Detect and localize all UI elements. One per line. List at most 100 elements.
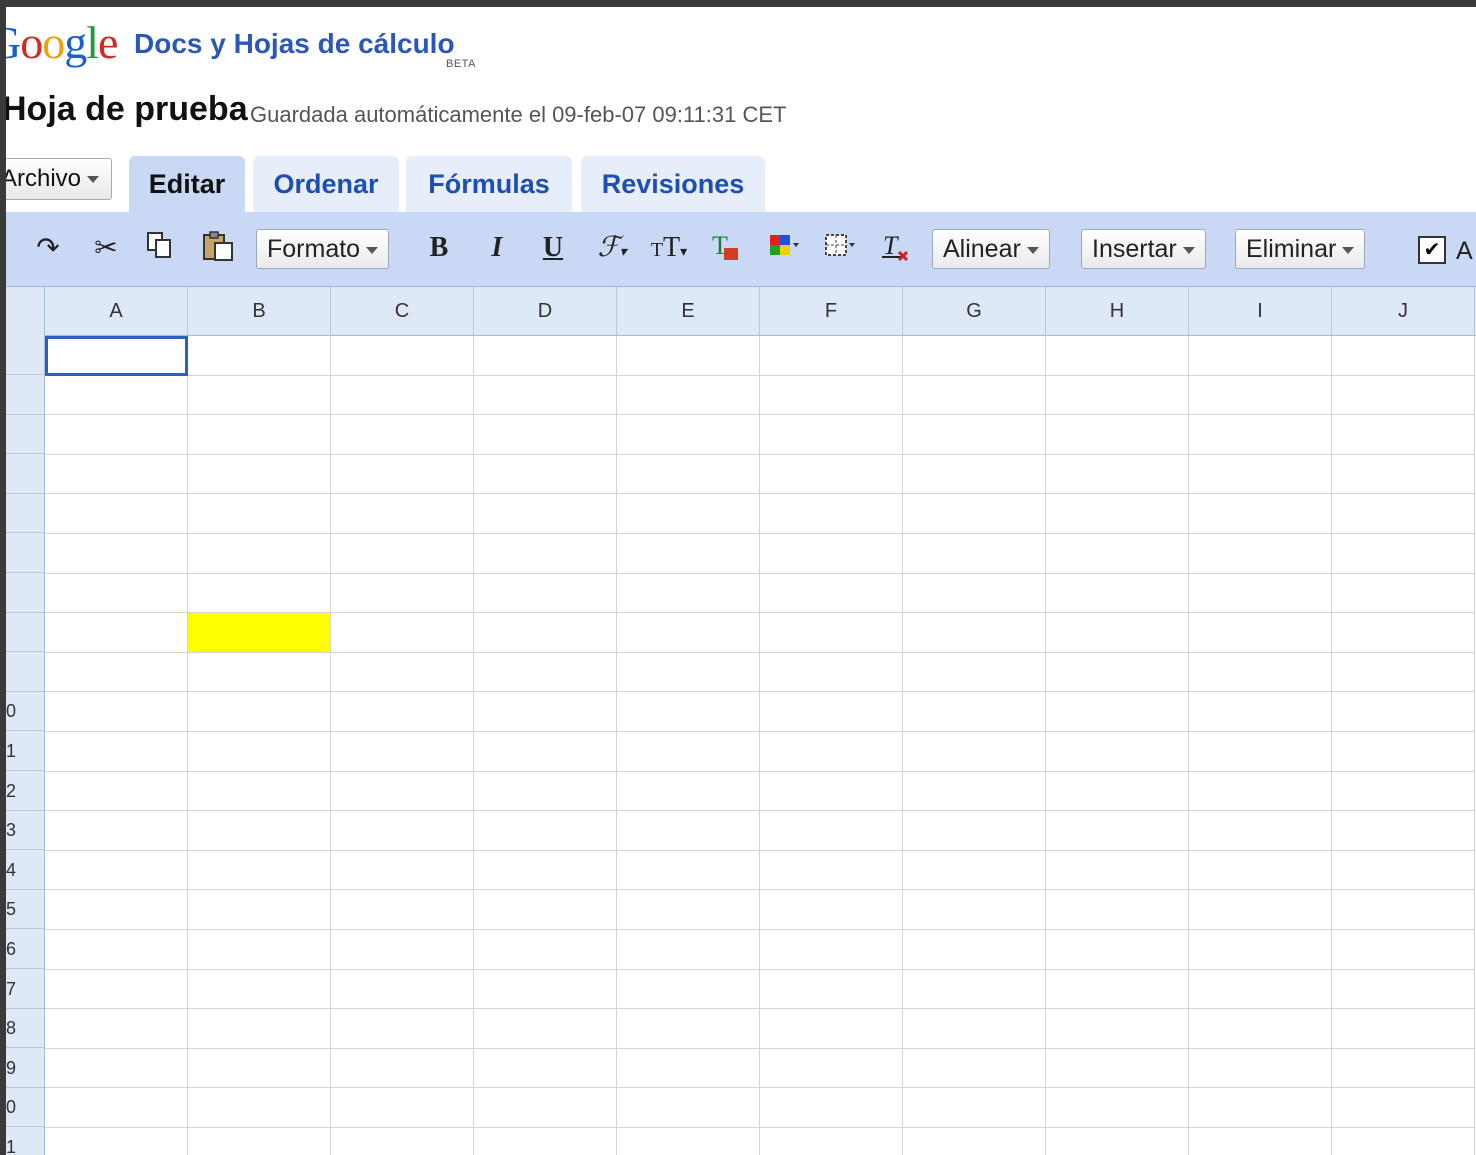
cell[interactable] [45,1088,188,1128]
cell[interactable] [903,1128,1046,1155]
cell[interactable] [45,652,188,693]
cell[interactable] [1332,573,1475,614]
cell[interactable] [45,534,188,574]
cell[interactable] [45,375,188,416]
column-header-i[interactable]: I [1189,287,1332,335]
cell[interactable] [760,454,903,495]
cell[interactable] [760,732,903,772]
cell[interactable] [474,534,617,574]
cell[interactable] [1332,534,1475,574]
row-header[interactable]: 0 [6,691,44,732]
cell[interactable] [617,890,760,930]
cell[interactable] [188,692,331,732]
font-icon[interactable]: ℱ▾ [590,230,634,266]
tab-ordenar[interactable]: Ordenar [253,156,399,212]
cell[interactable] [1046,850,1189,891]
cell[interactable] [331,534,474,574]
column-header-c[interactable]: C [331,287,474,335]
cell[interactable] [1189,375,1332,416]
cell[interactable] [188,850,331,891]
cell[interactable] [1189,415,1332,455]
selected-cell[interactable] [45,336,188,376]
cell[interactable] [760,1048,903,1089]
cell[interactable] [474,1009,617,1049]
cell[interactable] [1189,454,1332,495]
text-color-icon[interactable]: T [706,230,746,266]
cell[interactable] [474,652,617,693]
cell[interactable] [617,1048,760,1089]
cell[interactable] [1189,692,1332,732]
cell[interactable] [760,969,903,1010]
cell[interactable] [1332,1048,1475,1089]
cell[interactable] [188,375,331,416]
cell[interactable] [903,573,1046,614]
row-header[interactable]: 1 [6,731,44,771]
cell[interactable] [331,415,474,455]
cell[interactable] [331,732,474,772]
row-header[interactable]: 2 [6,771,44,811]
row-header[interactable] [6,573,44,613]
row-header[interactable]: 1 [6,1127,44,1155]
cell[interactable] [617,850,760,891]
google-logo[interactable]: Google [6,14,136,74]
cell[interactable] [331,930,474,970]
row-header[interactable]: 4 [6,850,44,890]
cell[interactable] [331,811,474,851]
cell[interactable] [331,771,474,812]
clear-format-icon[interactable]: T [876,230,916,266]
cell[interactable] [474,930,617,970]
cell[interactable] [188,652,331,693]
cell[interactable] [474,692,617,732]
copy-icon[interactable] [142,230,178,266]
cell[interactable] [760,811,903,851]
cell[interactable] [903,494,1046,534]
cell[interactable] [45,850,188,891]
cell[interactable] [474,375,617,416]
row-header[interactable]: 6 [6,929,44,969]
tab-formulas[interactable]: Fórmulas [406,156,572,212]
cell[interactable] [617,771,760,812]
cell[interactable] [45,771,188,812]
row-header[interactable] [6,493,44,534]
cell[interactable] [1046,652,1189,693]
file-menu-button[interactable]: Archivo [6,158,112,200]
cell[interactable] [474,573,617,614]
cell[interactable] [1189,336,1332,376]
tab-editar[interactable]: Editar [129,156,245,214]
row-header[interactable]: 0 [6,1087,44,1128]
cell[interactable] [1046,692,1189,732]
cell[interactable] [760,1128,903,1155]
cell[interactable] [474,890,617,930]
cell[interactable] [188,573,331,614]
cell[interactable] [1046,336,1189,376]
cell[interactable] [1046,375,1189,416]
cell[interactable] [188,732,331,772]
cell[interactable] [1046,454,1189,495]
cell[interactable] [1332,415,1475,455]
cell[interactable] [331,613,474,653]
cell[interactable] [331,850,474,891]
cell[interactable] [903,850,1046,891]
row-header[interactable]: 8 [6,1008,44,1049]
cell[interactable] [1189,613,1332,653]
cell[interactable] [617,652,760,693]
cell[interactable] [188,771,331,812]
cell[interactable] [331,969,474,1010]
cell[interactable] [474,1128,617,1155]
cell[interactable] [1189,652,1332,693]
insert-dropdown[interactable]: Insertar [1081,229,1206,269]
cell[interactable] [1332,652,1475,693]
cell[interactable] [1332,613,1475,653]
cell[interactable] [617,494,760,534]
cell[interactable] [188,930,331,970]
cell[interactable] [617,534,760,574]
cell[interactable] [331,375,474,416]
cell[interactable] [617,613,760,653]
cell[interactable] [1189,534,1332,574]
cell[interactable] [760,692,903,732]
cell[interactable] [760,1009,903,1049]
cell[interactable] [617,1009,760,1049]
cell[interactable] [331,454,474,495]
cell[interactable] [617,454,760,495]
cell[interactable] [617,573,760,614]
